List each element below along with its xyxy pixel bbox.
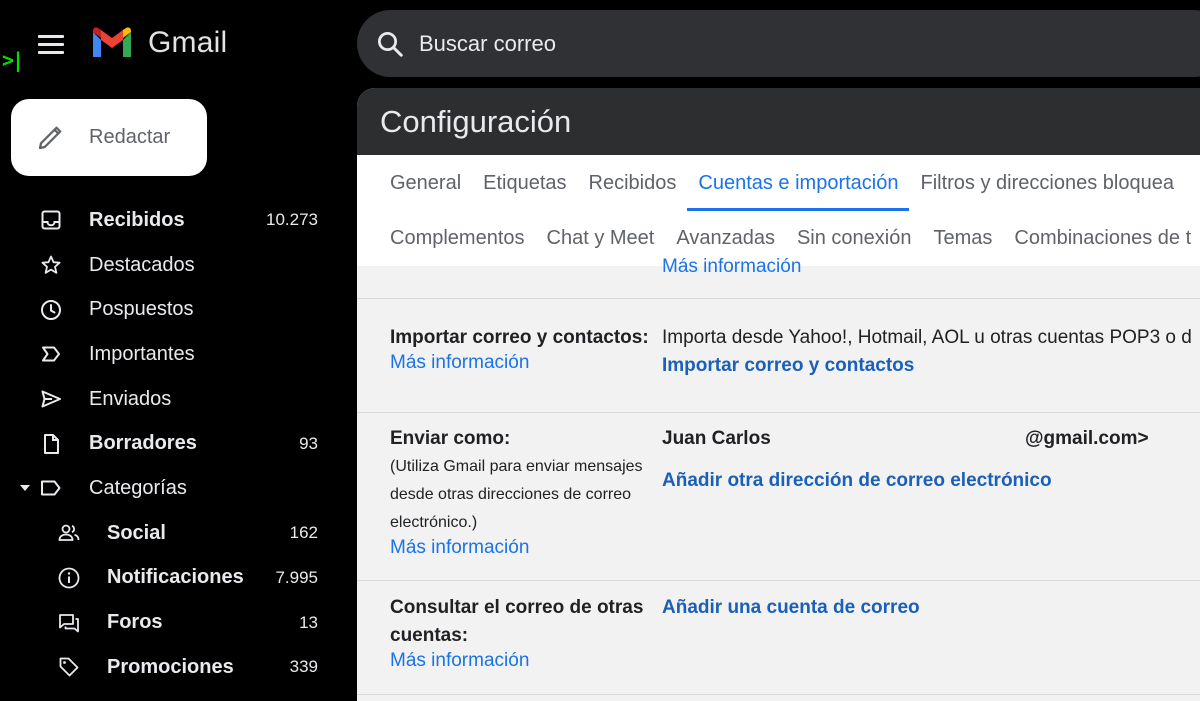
settings-row-previous: Más información [357,256,1200,299]
tab-labels[interactable]: Etiquetas [472,155,577,211]
sidebar-item-categories[interactable]: Categorías [0,466,357,511]
tab-filters[interactable]: Filtros y direcciones bloquea [909,155,1184,211]
sidebar-item-label: Destacados [89,253,195,276]
compose-button[interactable]: Redactar [11,99,207,176]
forum-icon [56,610,82,636]
more-info-link[interactable]: Más información [390,352,660,374]
sidebar-item-sent[interactable]: Enviados [0,377,357,422]
more-info-link[interactable]: Más información [390,537,660,559]
tab-inbox[interactable]: Recibidos [578,155,688,211]
settings-row-send-as: Enviar como: (Utiliza Gmail para enviar … [357,413,1200,581]
sidebar-item-important[interactable]: Importantes [0,332,357,377]
sidebar-item-label: Pospuestos [89,298,194,321]
more-info-link[interactable]: Más información [390,650,660,672]
search-input[interactable] [419,30,1019,57]
hamburger-icon [38,35,64,55]
sidebar-item-social[interactable]: Social 162 [0,511,357,556]
sidebar-item-label: Categorías [89,476,187,499]
row-title: Enviar como: [390,428,511,449]
label-important-icon [38,341,64,367]
tab-chat-meet[interactable]: Chat y Meet [536,211,666,266]
sidebar-item-forums[interactable]: Foros 13 [0,600,357,645]
star-icon [38,252,64,278]
logo-text: Gmail [148,26,228,59]
sidebar-item-label: Foros [107,611,163,634]
sidebar-item-label: Enviados [89,387,172,410]
sidebar-item-drafts[interactable]: Borradores 93 [0,421,357,466]
row-label: Consultar el correo de otras cuentas: Má… [390,594,660,672]
sidebar-item-snoozed[interactable]: Pospuestos [0,287,357,332]
terminal-cursor-icon: >| [2,48,24,72]
row-label: Importar correo y contactos: Más informa… [390,324,660,374]
unread-count: 162 [289,523,318,543]
tab-accounts-import[interactable]: Cuentas e importación [687,155,910,211]
tab-themes[interactable]: Temas [922,211,1003,266]
settings-tabs: General Etiquetas Recibidos Cuentas e im… [357,155,1200,266]
unread-count: 7.995 [275,567,318,587]
sidebar-item-label: Promociones [107,655,234,678]
tab-shortcuts[interactable]: Combinaciones de t [1003,211,1200,266]
send-icon [38,386,64,412]
sidebar-item-starred[interactable]: Destacados [0,243,357,288]
sidebar-item-label: Importantes [89,342,195,365]
pencil-icon [38,126,62,149]
draft-icon [38,431,64,457]
search-icon[interactable] [375,29,405,59]
import-mail-contacts-link[interactable]: Importar correo y contactos [662,352,914,380]
add-mail-account-link[interactable]: Añadir una cuenta de correo [662,594,920,622]
tab-addons[interactable]: Complementos [357,211,536,266]
unread-count: 93 [299,433,318,453]
row-title: Consultar el correo de otras cuentas: [390,597,644,646]
tag-icon [56,654,82,680]
gmail-logo[interactable]: Gmail [90,26,227,60]
sidebar-item-label: Borradores [89,432,197,455]
sender-email: @gmail.com> [1025,428,1149,449]
clock-icon [38,297,64,323]
sidebar-item-updates[interactable]: Notificaciones 7.995 [0,556,357,601]
inbox-icon [38,207,64,233]
sidebar-nav: Recibidos 10.273 Destacados Pospuestos I… [0,198,357,690]
unread-count: 339 [289,657,318,677]
sidebar-item-label: Social [107,521,166,544]
unread-count: 10.273 [266,210,318,230]
caret-down-icon[interactable] [20,485,30,492]
row-note: (Utiliza Gmail para enviar mensajes desd… [390,458,643,531]
label-icon [38,475,64,501]
unread-count: 13 [299,612,318,632]
row-label: Enviar como: (Utiliza Gmail para enviar … [390,425,660,559]
settings-header: Configuración [357,88,1200,155]
sidebar-item-inbox[interactable]: Recibidos 10.273 [0,198,357,243]
people-icon [56,520,82,546]
row-title: Importar correo y contactos: [390,327,649,348]
compose-label: Redactar [89,126,171,148]
main-menu-button[interactable] [28,24,74,66]
tab-general[interactable]: General [357,155,472,211]
sidebar-item-label: Notificaciones [107,566,244,589]
tab-offline[interactable]: Sin conexión [786,211,923,266]
search-bar[interactable] [357,10,1200,77]
settings-row-import: Importar correo y contactos: Más informa… [357,299,1200,413]
import-description: Importa desde Yahoo!, Hotmail, AOL u otr… [662,327,1192,348]
sender-name: Juan Carlos [662,428,771,449]
settings-panel: Configuración General Etiquetas Recibido… [357,88,1200,701]
tab-row-1: General Etiquetas Recibidos Cuentas e im… [357,155,1185,211]
sidebar-item-label: Recibidos [89,208,185,231]
gmail-m-icon [93,27,131,57]
page-title: Configuración [380,103,572,139]
info-icon [56,565,82,591]
sidebar-item-promotions[interactable]: Promociones 339 [0,645,357,690]
add-email-address-link[interactable]: Añadir otra dirección de correo electrón… [662,467,1052,495]
settings-content: Más información Importar correo y contac… [357,256,1200,701]
more-info-link[interactable]: Más información [662,256,801,278]
settings-row-check-mail: Consultar el correo de otras cuentas: Má… [357,581,1200,695]
